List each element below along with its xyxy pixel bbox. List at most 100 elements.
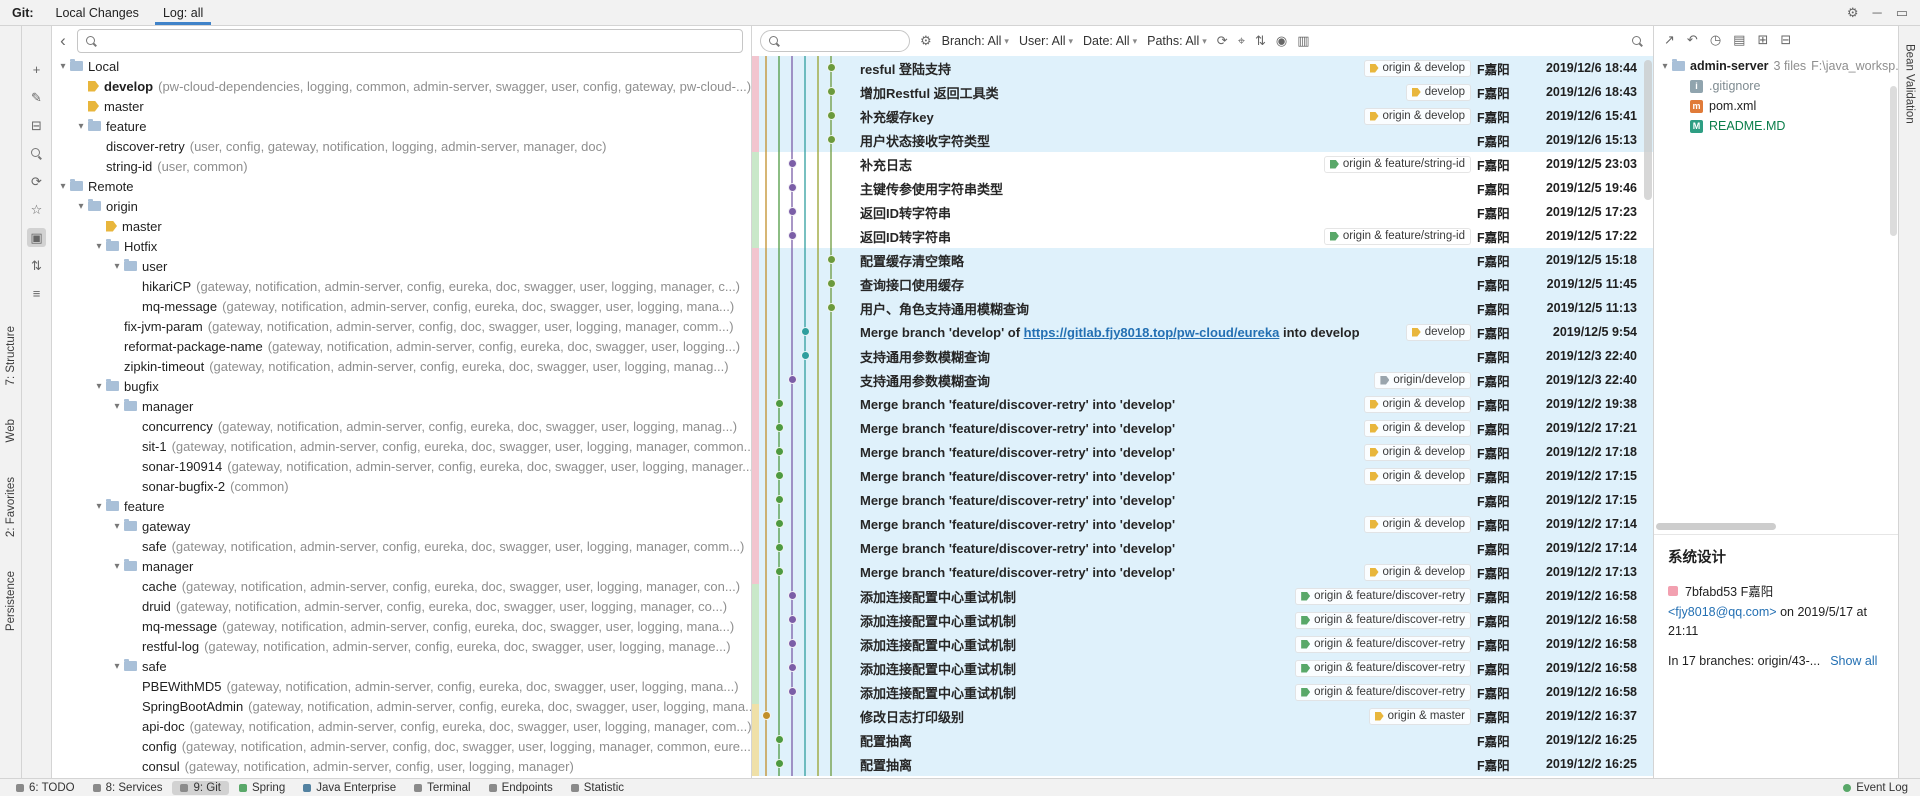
chevron-down-icon[interactable]: ▾ [110, 661, 124, 672]
history-icon[interactable]: ◷ [1710, 32, 1721, 48]
commit-row[interactable]: 用户状态接收字符类型F嘉阳2019/12/6 15:13 [752, 128, 1653, 152]
collapse-all-icon[interactable]: ⊟ [1780, 32, 1791, 48]
commit-row[interactable]: 添加连接配置中心重试机制origin & feature/discover-re… [752, 680, 1653, 704]
chevron-down-icon[interactable]: ▾ [110, 521, 124, 532]
add-icon[interactable]: + [27, 60, 46, 79]
branches-search-input[interactable] [103, 33, 734, 50]
branch-label-chip[interactable]: origin & feature/discover-retry [1295, 660, 1471, 677]
tool-window-button-7-structure[interactable]: 7: Structure [5, 326, 17, 385]
commit-row[interactable]: 支持通用参数模糊查询F嘉阳2019/12/3 22:40 [752, 344, 1653, 368]
branch-tree-row[interactable]: safe(gateway, notification, admin-server… [52, 536, 751, 556]
branch-tree-row[interactable]: ▾user [52, 256, 751, 276]
branch-label-chip[interactable]: origin & develop [1364, 108, 1471, 125]
commit-row[interactable]: 支持通用参数模糊查询origin/developF嘉阳2019/12/3 22:… [752, 368, 1653, 392]
commit-row[interactable]: 用户、角色支持通用模糊查询F嘉阳2019/12/5 11:13 [752, 296, 1653, 320]
branch-label-chip[interactable]: origin & develop [1364, 60, 1471, 77]
branch-tree-row[interactable]: develop(pw-cloud-dependencies, logging, … [52, 76, 751, 96]
tool-window-button-web[interactable]: Web [5, 419, 17, 442]
commit-row[interactable]: 配置抽离F嘉阳2019/12/2 16:25 [752, 728, 1653, 752]
commit-row[interactable]: Merge branch 'feature/discover-retry' in… [752, 536, 1653, 560]
refresh-icon[interactable]: ⟳ [1217, 33, 1228, 49]
tab-local-changes[interactable]: Local Changes [44, 0, 151, 25]
navigate-icon[interactable]: ↗ [1664, 32, 1675, 48]
branch-label-chip[interactable]: origin & feature/string-id [1324, 156, 1471, 173]
back-icon[interactable]: ‹ [56, 31, 70, 51]
commit-row[interactable]: 配置缓存清空策略F嘉阳2019/12/5 15:18 [752, 248, 1653, 272]
filter-branch[interactable]: Branch: All▾ [942, 34, 1009, 48]
settings-icon[interactable]: ⚙ [1847, 5, 1859, 21]
branch-label-chip[interactable]: origin & feature/discover-retry [1295, 612, 1471, 629]
branch-label-chip[interactable]: origin & develop [1364, 564, 1471, 581]
chevron-down-icon[interactable]: ▾ [92, 381, 106, 392]
tool-window-button-bean-validation[interactable]: Bean Validation [1904, 44, 1916, 124]
details-vscrollbar[interactable] [1890, 86, 1897, 236]
search-icon[interactable] [27, 144, 46, 163]
statusbar-button-endpoints[interactable]: Endpoints [481, 781, 561, 795]
preview-diff-icon[interactable]: ◉ [1276, 33, 1287, 49]
branch-tree-row[interactable]: ▾safe [52, 656, 751, 676]
branches-search-box[interactable] [77, 29, 743, 53]
branch-tree-row[interactable]: concurrency(gateway, notification, admin… [52, 416, 751, 436]
branch-tree-row[interactable]: reformat-package-name(gateway, notificat… [52, 336, 751, 356]
sort-icon[interactable]: ⇅ [27, 256, 46, 275]
branch-tree-row[interactable]: sonar-bugfix-2(common) [52, 476, 751, 496]
tab-log-all[interactable]: Log: all [151, 0, 215, 25]
branch-tree-row[interactable]: discover-retry(user, config, gateway, no… [52, 136, 751, 156]
branch-tree-row[interactable]: mq-message(gateway, notification, admin-… [52, 616, 751, 636]
branch-tree-row[interactable]: consul(gateway, notification, admin-serv… [52, 756, 751, 776]
branch-tree-row[interactable]: sonar-190914(gateway, notification, admi… [52, 456, 751, 476]
chevron-down-icon[interactable]: ▾ [74, 201, 88, 212]
branch-tree-row[interactable]: ▾origin [52, 196, 751, 216]
search-everywhere-icon[interactable] [1632, 36, 1643, 47]
branch-tree-row[interactable]: config(gateway, notification, admin-serv… [52, 736, 751, 756]
log-search-input[interactable] [786, 33, 901, 50]
chevron-down-icon[interactable]: ▾ [56, 181, 70, 192]
chevron-down-icon[interactable]: ▾ [110, 561, 124, 572]
commit-row[interactable]: 查询接口使用缓存F嘉阳2019/12/5 11:45 [752, 272, 1653, 296]
commit-row[interactable]: Merge branch 'feature/discover-retry' in… [752, 464, 1653, 488]
branch-tree-row[interactable]: master [52, 216, 751, 236]
branch-label-chip[interactable]: origin & develop [1364, 396, 1471, 413]
branch-tree-row[interactable]: string-id(user, common) [52, 156, 751, 176]
branch-label-chip[interactable]: origin & feature/discover-retry [1295, 636, 1471, 653]
branch-tree-row[interactable]: cache(gateway, notification, admin-serve… [52, 576, 751, 596]
branch-tree-row[interactable]: ▾Local [52, 56, 751, 76]
edit-icon[interactable]: ✎ [27, 88, 46, 107]
branch-tree-row[interactable]: ▾gateway [52, 516, 751, 536]
commit-row[interactable]: Merge branch 'feature/discover-retry' in… [752, 560, 1653, 584]
go-to-hash-icon[interactable]: ⌖ [1238, 33, 1245, 49]
branch-label-chip[interactable]: origin & master [1369, 708, 1471, 725]
branch-label-chip[interactable]: develop [1406, 84, 1471, 101]
event-log-button[interactable]: Event Log [1843, 782, 1912, 794]
chevron-down-icon[interactable]: ▾ [110, 261, 124, 272]
commit-row[interactable]: Merge branch 'develop' of https://gitlab… [752, 320, 1653, 344]
show-tagged-icon[interactable]: ▣ [27, 228, 46, 247]
chevron-down-icon[interactable]: ▾ [56, 61, 70, 72]
branch-label-chip[interactable]: origin & feature/discover-retry [1295, 684, 1471, 701]
branch-label-chip[interactable]: origin & develop [1364, 444, 1471, 461]
filter-date[interactable]: Date: All▾ [1083, 34, 1137, 48]
branch-tree-row[interactable]: ▾Hotfix [52, 236, 751, 256]
commit-row[interactable]: 添加连接配置中心重试机制origin & feature/discover-re… [752, 656, 1653, 680]
changed-file-row[interactable]: mpom.xml [1654, 96, 1898, 116]
refresh-icon[interactable]: ⟳ [27, 172, 46, 191]
restore-icon[interactable]: ▭ [1896, 5, 1908, 21]
statusbar-button-9-git[interactable]: 9: Git [172, 781, 228, 795]
favorites-icon[interactable]: ☆ [27, 200, 46, 219]
log-scrollbar[interactable] [1644, 60, 1652, 200]
filter-paths[interactable]: Paths: All▾ [1147, 34, 1207, 48]
branch-tree-row[interactable]: restful-log(gateway, notification, admin… [52, 636, 751, 656]
branch-label-chip[interactable]: origin & develop [1364, 516, 1471, 533]
branch-tree-row[interactable]: sit-1(gateway, notification, admin-serve… [52, 436, 751, 456]
delete-icon[interactable]: ⊟ [27, 116, 46, 135]
chevron-down-icon[interactable]: ▾ [74, 121, 88, 132]
statusbar-button-6-todo[interactable]: 6: TODO [8, 781, 83, 795]
intellisort-icon[interactable]: ⇅ [1255, 33, 1266, 49]
commit-row[interactable]: Merge branch 'feature/discover-retry' in… [752, 416, 1653, 440]
branch-label-chip[interactable]: origin & develop [1364, 468, 1471, 485]
statusbar-button-8-services[interactable]: 8: Services [85, 781, 171, 795]
changed-files-root[interactable]: ▾ admin-server 3 files F:\java_worksp... [1654, 56, 1898, 76]
expand-all-icon[interactable]: ⊞ [1757, 32, 1768, 48]
branch-tree-row[interactable]: ▾manager [52, 396, 751, 416]
author-email-link[interactable]: <fjy8018@qq.com> [1668, 605, 1777, 619]
